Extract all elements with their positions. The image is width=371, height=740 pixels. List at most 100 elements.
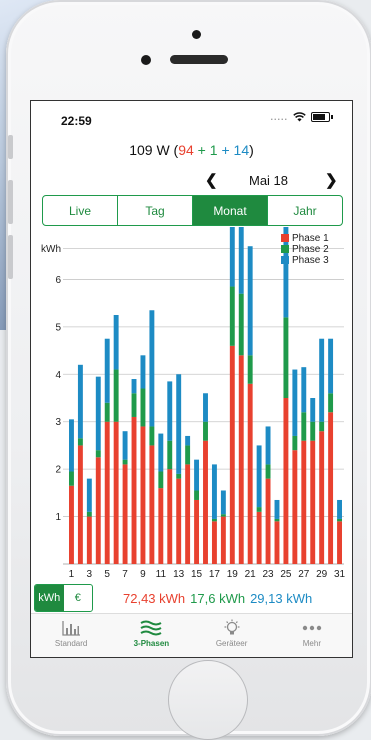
power-phase3: 14: [233, 142, 250, 158]
bar-segment-phase-3: [69, 419, 74, 472]
tab-jahr[interactable]: Jahr: [267, 196, 342, 225]
bar-segment-phase-3: [158, 433, 164, 472]
x-tick-label: 17: [209, 569, 221, 580]
bar-segment-phase-3: [122, 431, 128, 460]
power-phase2: 1: [209, 142, 218, 158]
bar-segment-phase-2: [203, 421, 208, 441]
x-tick-label: 3: [87, 569, 93, 580]
legend-swatch: [281, 245, 289, 253]
current-power-readout: 109 W (94 + 1 + 14): [31, 142, 352, 158]
bar-segment-phase-1: [283, 398, 289, 564]
tabbar-item-mehr[interactable]: Mehr: [272, 614, 352, 657]
x-tick-label: 5: [104, 569, 110, 580]
home-button[interactable]: [168, 660, 248, 740]
bar-segment-phase-1: [113, 421, 119, 564]
unit-euro-button[interactable]: €: [64, 585, 93, 611]
bar-segment-phase-1: [185, 464, 191, 564]
status-indicators: .....: [270, 112, 333, 122]
bar-segment-phase-1: [319, 431, 325, 564]
bar-segment-phase-3: [328, 338, 334, 394]
unit-kwh-button[interactable]: kWh: [35, 585, 64, 611]
bar-segment-phase-3: [292, 369, 298, 436]
bar-segment-phase-1: [122, 464, 128, 564]
power-plus-2: +: [217, 142, 234, 158]
bar-segment-phase-2: [194, 490, 200, 500]
y-tick-label: 4: [55, 370, 61, 381]
bar-segment-phase-3: [104, 338, 110, 403]
bar-segment-phase-2: [229, 286, 235, 346]
y-tick-label: 6: [55, 275, 61, 286]
energy-totals: 72,43 kWh 17,6 kWh 29,13 kWh: [123, 591, 317, 606]
bar-segment-phase-2: [283, 317, 289, 398]
bar-segment-phase-2: [185, 445, 191, 465]
y-tick-label: 3: [55, 417, 61, 428]
bar-segment-phase-2: [310, 421, 316, 441]
bar-segment-phase-1: [301, 440, 307, 564]
bar-segment-phase-2: [149, 426, 155, 446]
power-close-paren: ): [249, 142, 254, 158]
bar-segment-phase-2: [86, 511, 92, 517]
bar-segment-phase-3: [185, 435, 191, 446]
bar-segment-phase-2: [211, 518, 217, 522]
tab-tag[interactable]: Tag: [117, 196, 192, 225]
signal-dots: .....: [270, 112, 288, 122]
power-plus-1: +: [193, 142, 210, 158]
bar-segment-phase-3: [238, 227, 244, 294]
x-tick-label: 29: [316, 569, 328, 580]
total-phase3: 29,13 kWh: [250, 591, 313, 606]
chevron-left-icon[interactable]: ❮: [205, 171, 218, 189]
chevron-right-icon[interactable]: ❯: [325, 171, 338, 189]
bar-segment-phase-3: [149, 310, 155, 427]
x-tick-label: 15: [191, 569, 203, 580]
bar-segment-phase-2: [167, 440, 173, 470]
bar-segment-phase-3: [220, 490, 226, 515]
bar-segment-phase-3: [337, 499, 342, 519]
x-tick-label: 7: [122, 569, 128, 580]
bar-segment-phase-3: [256, 445, 262, 508]
tab-live[interactable]: Live: [43, 196, 117, 225]
bar-segment-phase-1: [95, 457, 101, 564]
bar-segment-phase-1: [229, 345, 235, 564]
x-tick-label: 1: [69, 569, 75, 580]
legend-swatch: [281, 234, 289, 242]
bar-segment-phase-1: [140, 426, 146, 564]
bar-segment-phase-1: [149, 445, 155, 564]
volume-up-button: [8, 180, 13, 224]
bar-segment-phase-1: [274, 521, 280, 564]
bar-segment-phase-2: [77, 438, 83, 446]
tabbar-item-3-phasen[interactable]: 3-Phasen: [111, 614, 191, 657]
tabbar-item-geraete[interactable]: Geräteer: [192, 614, 272, 657]
total-phase2: 17,6 kWh: [190, 591, 246, 606]
bar-segment-phase-3: [203, 393, 208, 422]
bar-segment-phase-1: [69, 485, 74, 564]
bar-segment-phase-1: [167, 469, 173, 564]
bar-segment-phase-3: [86, 478, 92, 512]
bar-segment-phase-3: [319, 338, 325, 422]
bar-segment-phase-2: [328, 393, 334, 413]
tab-monat[interactable]: Monat: [192, 196, 267, 225]
bar-segment-phase-3: [265, 426, 271, 465]
bar-segment-phase-1: [292, 450, 298, 564]
month-navigator: ❮ Mai 18 ❯: [31, 171, 352, 191]
bar-segment-phase-1: [211, 521, 217, 564]
battery-icon: [311, 112, 333, 122]
x-tick-label: 21: [245, 569, 257, 580]
legend-label: Phase 3: [292, 255, 329, 266]
bar-segment-phase-1: [131, 416, 137, 564]
bar-segment-phase-1: [337, 521, 342, 564]
bar-segment-phase-3: [95, 376, 101, 451]
front-camera: [192, 30, 201, 39]
bar-segment-phase-1: [176, 478, 182, 564]
bar-segment-phase-3: [194, 459, 200, 491]
unit-toggle: kWh €: [34, 584, 93, 612]
bar-segment-phase-2: [247, 355, 253, 384]
bar-segment-phase-2: [301, 412, 307, 441]
bar-segment-phase-3: [310, 398, 316, 422]
bar-segment-phase-3: [229, 227, 235, 287]
tabbar-item-standard[interactable]: Standard: [31, 614, 111, 657]
bar-segment-phase-2: [319, 421, 325, 432]
status-bar: 22:59 .....: [31, 101, 352, 131]
bar-segment-phase-2: [104, 402, 110, 422]
bar-segment-phase-1: [265, 478, 271, 564]
power-phase1: 94: [178, 142, 194, 158]
